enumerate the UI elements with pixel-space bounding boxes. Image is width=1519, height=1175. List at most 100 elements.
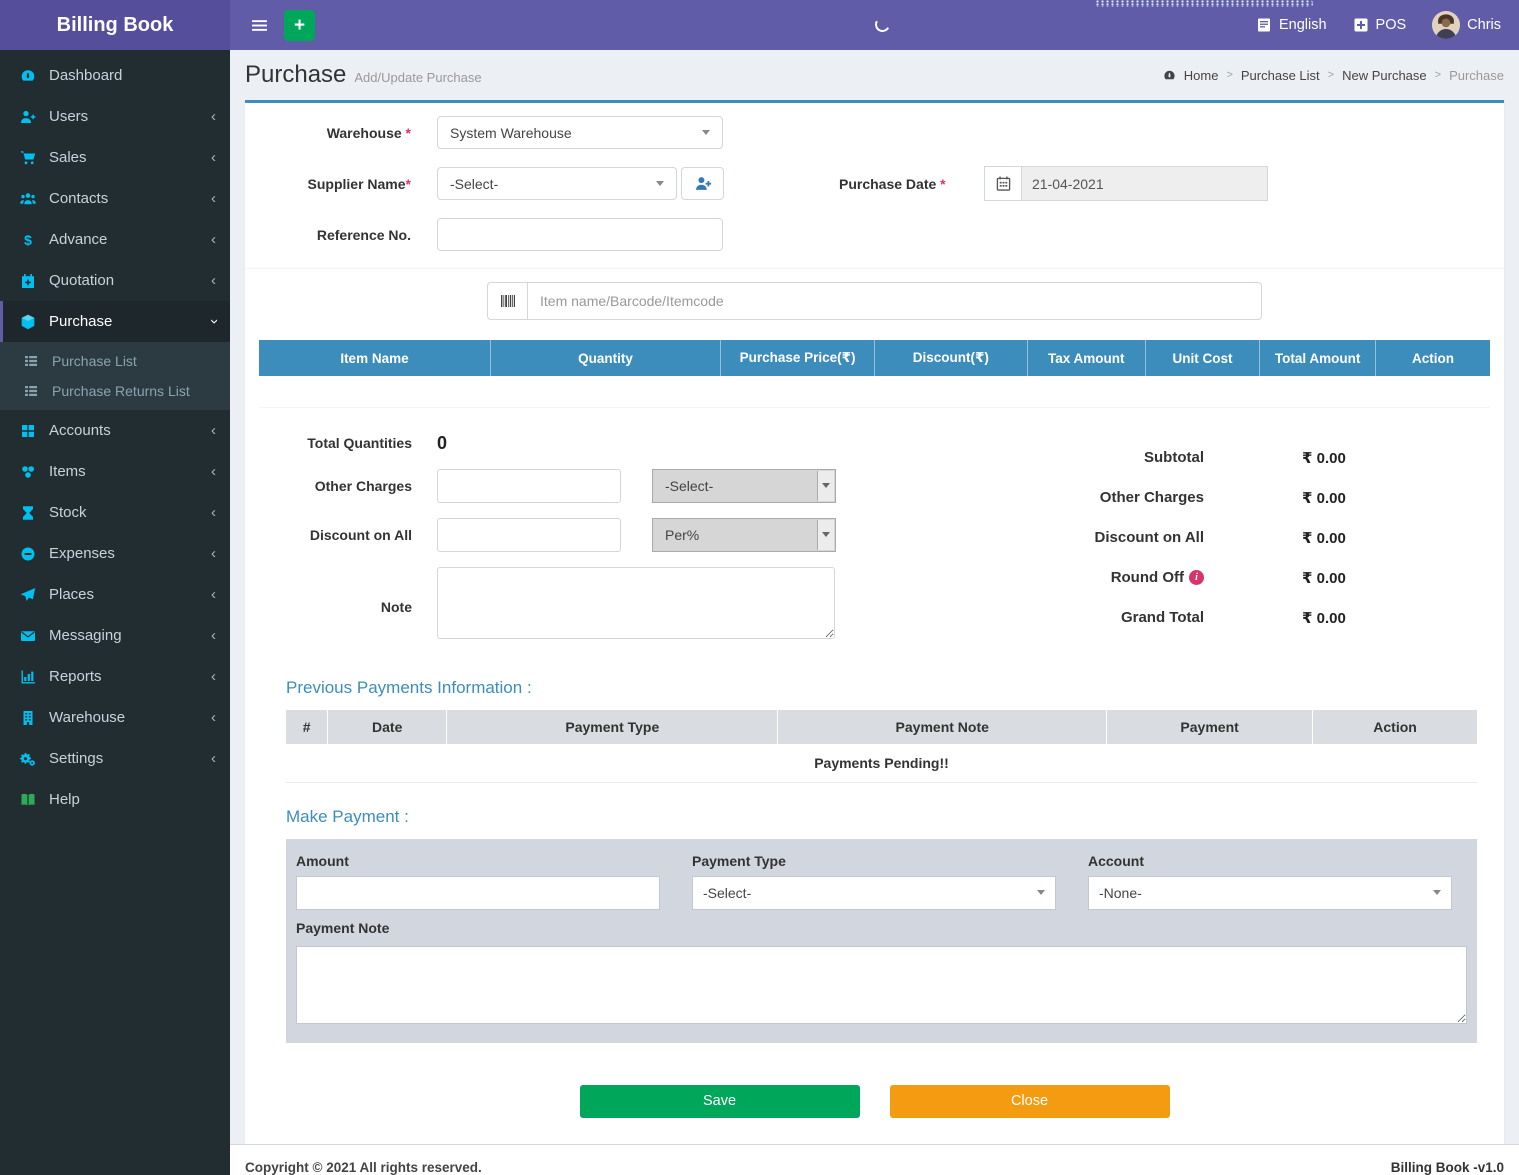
sidebar-item-label: Sales [49,149,87,166]
items-col-discount: Discount(₹) [873,340,1028,376]
previous-payments-title: Previous Payments Information : [286,677,532,697]
sidebar-item-stock[interactable]: Stock ‹ [0,492,230,533]
sidebar-item-dashboard[interactable]: Dashboard [0,55,230,96]
totals-section: Total Quantities 0 Other Charges -Select… [245,408,1504,654]
add-supplier-icon [695,177,711,190]
sidebar-item-purchase[interactable]: Purchase ‹ [0,301,230,342]
payments-empty-row: Payments Pending!! [286,743,1477,783]
sidebar-item-users[interactable]: Users ‹ [0,96,230,137]
sidebar-item-settings[interactable]: Settings ‹ [0,738,230,779]
items-icon [18,464,38,480]
paper-plane-icon [18,587,38,603]
items-col-action: Action [1374,340,1490,376]
breadcrumb-home[interactable]: Home [1184,68,1219,83]
top-navbar: Billing Book + English POS Chris [0,0,1519,50]
sidebar-item-items[interactable]: Items ‹ [0,451,230,492]
language-menu[interactable]: English [1256,0,1327,50]
sidebar-item-reports[interactable]: Reports ‹ [0,656,230,697]
sidebar-item-label: Settings [49,750,104,767]
dashboard-icon [1164,70,1175,79]
total-quantities-label: Total Quantities [307,435,412,451]
list-icon [21,353,41,369]
info-icon[interactable]: i [1189,570,1204,585]
reference-input[interactable] [437,218,723,251]
sidebar-item-expenses[interactable]: Expenses ‹ [0,533,230,574]
sidebar-item-messaging[interactable]: Messaging ‹ [0,615,230,656]
item-search-input[interactable] [527,282,1262,320]
menu-icon [251,19,267,31]
add-supplier-button[interactable] [681,167,724,200]
dollar-icon: $ [18,232,38,248]
purchase-date-block: Purchase Date * [839,166,1268,201]
account-select-value: -None- [1099,884,1142,901]
users-icon [18,191,38,207]
reference-label: Reference No. [316,226,411,243]
items-table: Item Name Quantity Purchase Price(₹) Dis… [259,340,1490,408]
dashboard-icon [18,68,38,84]
discount-on-all-input[interactable] [437,517,621,552]
account-select[interactable]: -None- [1088,875,1452,910]
items-col-unit-cost: Unit Cost [1144,340,1260,376]
note-textarea[interactable] [437,566,835,639]
discount-type-select-value: Per% [665,526,700,543]
payments-empty-message: Payments Pending!! [286,743,1477,783]
user-menu[interactable]: Chris [1432,0,1501,50]
summary-row-subtotal: Subtotal ₹ 0.00 [982,438,1412,478]
payments-col-payment: Payment [1106,709,1313,744]
avatar [1432,11,1461,39]
supplier-label: Supplier Name* [307,175,411,192]
breadcrumb-purchase-list[interactable]: Purchase List [1241,68,1320,83]
items-col-purchase-price: Purchase Price(₹) [720,340,875,376]
sidebar-item-purchase-list[interactable]: Purchase List [0,346,230,376]
sidebar-item-label: Purchase [49,313,113,330]
required-mark: * [940,175,946,192]
payments-col-type: Payment Type [446,709,778,744]
sidebar-item-label: Purchase Returns List [52,383,190,399]
sidebar-item-places[interactable]: Places ‹ [0,574,230,615]
breadcrumb-new-purchase[interactable]: New Purchase [1342,68,1427,83]
required-mark: * [405,124,411,141]
items-table-header-row: Item Name Quantity Purchase Price(₹) Dis… [259,340,1490,376]
navbar-main: + English POS Chris [230,0,1519,50]
note-label: Note [380,598,412,615]
sidebar-toggle-button[interactable] [242,0,276,50]
payment-note-textarea[interactable] [296,945,1467,1024]
save-button[interactable]: Save [579,1084,860,1118]
sidebar-item-purchase-returns-list[interactable]: Purchase Returns List [0,376,230,406]
purchase-date-label: Purchase Date * [839,175,946,192]
other-charges-select[interactable]: -Select- [652,468,836,503]
sidebar-item-help[interactable]: Help [0,779,230,820]
svg-text:$: $ [24,232,32,248]
chevron-left-icon: ‹ [211,586,216,603]
sidebar-item-warehouse[interactable]: Warehouse ‹ [0,697,230,738]
select-arrow-button [817,470,834,501]
amount-input[interactable] [296,875,660,910]
purchase-date-input[interactable] [1021,166,1268,201]
sidebar-item-quotation[interactable]: Quotation ‹ [0,260,230,301]
discount-type-select[interactable]: Per% [652,517,836,552]
close-button[interactable]: Close [889,1084,1170,1118]
payment-type-select[interactable]: -Select- [692,875,1056,910]
loading-spinner [872,15,892,34]
sidebar-item-label: Dashboard [49,67,123,84]
calendar-addon[interactable] [984,166,1021,201]
sidebar-item-advance[interactable]: $ Advance ‹ [0,219,230,260]
other-charges-input[interactable] [437,468,621,503]
chevron-left-icon: ‹ [211,190,216,207]
items-col-quantity: Quantity [489,340,721,376]
quick-add-button[interactable]: + [284,9,315,41]
summary-row-grand-total: Grand Total ₹ 0.00 [982,598,1412,638]
minus-circle-icon [18,546,38,562]
app-logo[interactable]: Billing Book [0,0,230,50]
sidebar-item-label: Purchase List [52,353,137,369]
supplier-select-value: -Select- [450,175,499,192]
supplier-select[interactable]: -Select- [437,167,677,200]
sidebar-item-label: Expenses [49,545,115,562]
sidebar-item-sales[interactable]: Sales ‹ [0,137,230,178]
sidebar-item-accounts[interactable]: Accounts ‹ [0,410,230,451]
barcode-icon [500,295,515,307]
warehouse-select[interactable]: System Warehouse [437,116,723,149]
items-section: Item Name Quantity Purchase Price(₹) Dis… [245,268,1504,408]
sidebar-item-contacts[interactable]: Contacts ‹ [0,178,230,219]
pos-button[interactable]: POS [1353,0,1406,50]
